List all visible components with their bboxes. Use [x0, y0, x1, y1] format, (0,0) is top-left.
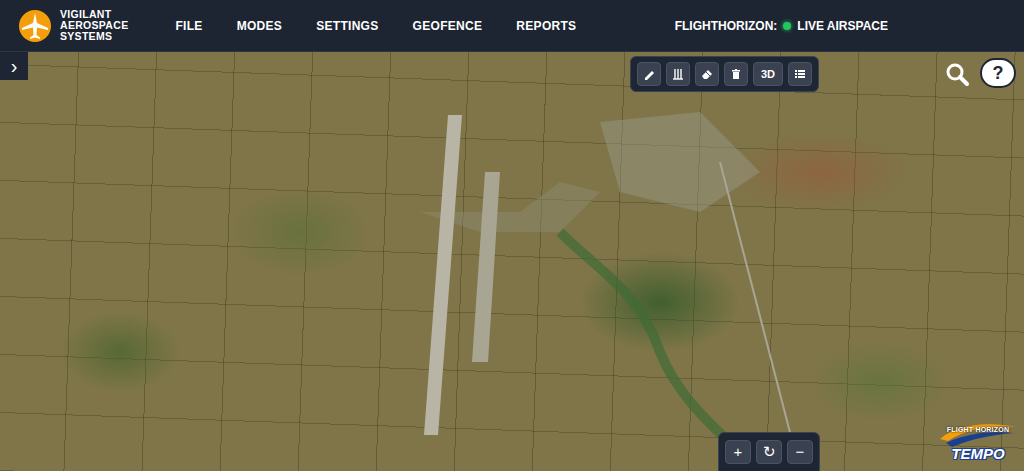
top-bar: VIGILANTAEROSPACESYSTEMS FILEMODESSETTIN… — [0, 0, 1024, 52]
tool-button[interactable] — [695, 62, 719, 86]
satellite-map[interactable]: › 3D ? +↻− FLIGHT HORIZON TEMPO — [0, 52, 1024, 471]
zoom-controls: +↻− — [718, 432, 820, 471]
search-button[interactable] — [944, 61, 970, 87]
zoom-in-button[interactable]: + — [725, 440, 751, 464]
tool-button[interactable] — [637, 62, 661, 86]
trash-icon — [730, 68, 742, 80]
brand[interactable]: VIGILANTAEROSPACESYSTEMS — [18, 9, 128, 43]
grid-icon — [672, 68, 684, 80]
reset-view-button[interactable]: ↻ — [756, 440, 782, 464]
tool-button[interactable] — [724, 62, 748, 86]
status-value: LIVE AIRSPACE — [797, 17, 888, 35]
menu-item[interactable]: MODES — [220, 13, 300, 39]
airspace-status: FLIGHTHORIZON: LIVE AIRSPACE — [675, 17, 888, 35]
sidebar-toggle[interactable]: › — [0, 52, 28, 80]
brand-line: VIGILANT — [60, 9, 128, 20]
menu-item[interactable]: REPORTS — [499, 13, 593, 39]
help-button[interactable]: ? — [980, 58, 1016, 88]
menu-item[interactable]: SETTINGS — [299, 13, 395, 39]
tempo-logo: FLIGHT HORIZON TEMPO — [936, 417, 1020, 469]
magnifier-icon — [944, 61, 970, 87]
logo-top-text: FLIGHT HORIZON — [936, 425, 1020, 436]
brand-line: AEROSPACE — [60, 20, 128, 31]
zoom-out-button[interactable]: − — [787, 440, 813, 464]
status-label: FLIGHTHORIZON: — [675, 17, 778, 35]
brand-line: SYSTEMS — [60, 31, 128, 42]
live-dot — [783, 22, 791, 30]
airplane-logo-icon — [18, 9, 52, 43]
logo-bottom-text: TEMPO — [936, 446, 1020, 462]
draw-toolbar: 3D — [630, 56, 819, 92]
list-icon — [794, 68, 806, 80]
map-imagery — [0, 52, 1024, 471]
menu-item[interactable]: FILE — [158, 13, 219, 39]
tool-button[interactable]: 3D — [753, 62, 783, 86]
tool-button[interactable] — [788, 62, 812, 86]
menu-item[interactable]: GEOFENCE — [396, 13, 500, 39]
tool-button[interactable] — [666, 62, 690, 86]
eraser-icon — [701, 68, 713, 80]
pencil-icon — [643, 68, 655, 80]
